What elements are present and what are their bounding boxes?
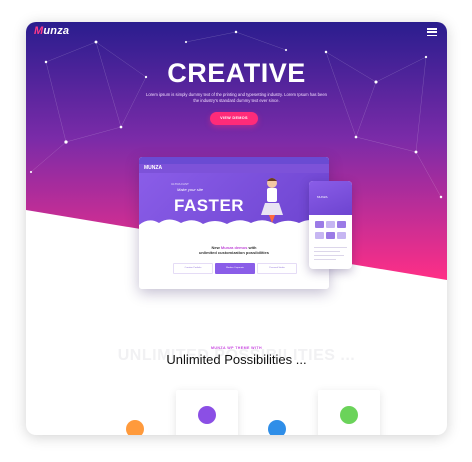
mockup-topbar: [139, 157, 329, 164]
view-demos-button[interactable]: VIEW DEMOS: [210, 112, 258, 125]
mobile-tile-icon: [326, 232, 335, 239]
mobile-mockup-hero: MUNZA: [309, 181, 352, 215]
logo-text: unza: [43, 25, 70, 37]
user-icon: [340, 406, 358, 424]
mobile-tile-icon: [315, 221, 324, 228]
mobile-tile-icon: [337, 232, 346, 239]
hero-description: Lorem ipsum is simply dummy text of the …: [146, 92, 327, 103]
mockup-hero-tagline: Make your site: [177, 187, 204, 192]
mobile-tile-icon: [337, 221, 346, 228]
logo[interactable]: Munza: [34, 25, 69, 37]
mockup-button-2[interactable]: Modern Corporate: [215, 263, 255, 274]
hero-title: CREATIVE: [167, 58, 306, 88]
feature-card-3[interactable]: [246, 390, 308, 435]
screen-icon: [268, 420, 286, 435]
mockup-body: [139, 225, 329, 289]
desktop-mockup: MUNZA ULTRA FAST Make your site FASTER N…: [139, 157, 329, 289]
feature-card-4[interactable]: [318, 390, 380, 435]
mockup-headline: New Munza demos with unlimited customiza…: [198, 245, 269, 255]
mobile-text-line: [314, 255, 344, 257]
feature-card-2[interactable]: [176, 390, 238, 435]
mockup-button-3[interactable]: Personal Studio: [257, 263, 297, 274]
section-title: Unlimited Possibilities ...: [166, 352, 307, 367]
mobile-mockup: MUNZA: [309, 181, 352, 269]
home-icon: [126, 420, 144, 435]
mockup-hero-kicker: ULTRA FAST: [171, 182, 189, 186]
logo-mark: M: [34, 25, 44, 37]
mobile-tile-icon: [315, 232, 324, 239]
mobile-text-line: [314, 251, 340, 253]
feature-card-1[interactable]: [104, 390, 166, 435]
mobile-text-line: [314, 247, 347, 249]
mockup-hero-heading: FASTER: [174, 196, 245, 215]
mockup-logo: MUNZA: [144, 165, 163, 171]
mockup-button-1[interactable]: Creative Portfolio: [173, 263, 213, 274]
hamburger-menu-icon[interactable]: [427, 28, 437, 37]
mobile-mockup-title: MUNZA: [317, 195, 328, 199]
mobile-tile-icon: [326, 221, 335, 228]
mockup-navbar: MUNZA: [139, 164, 329, 173]
preview-card: Munza CREATIVE Lorem ipsum is simply dum…: [26, 22, 447, 435]
mobile-text-line: [314, 259, 336, 261]
lock-icon: [198, 406, 216, 424]
